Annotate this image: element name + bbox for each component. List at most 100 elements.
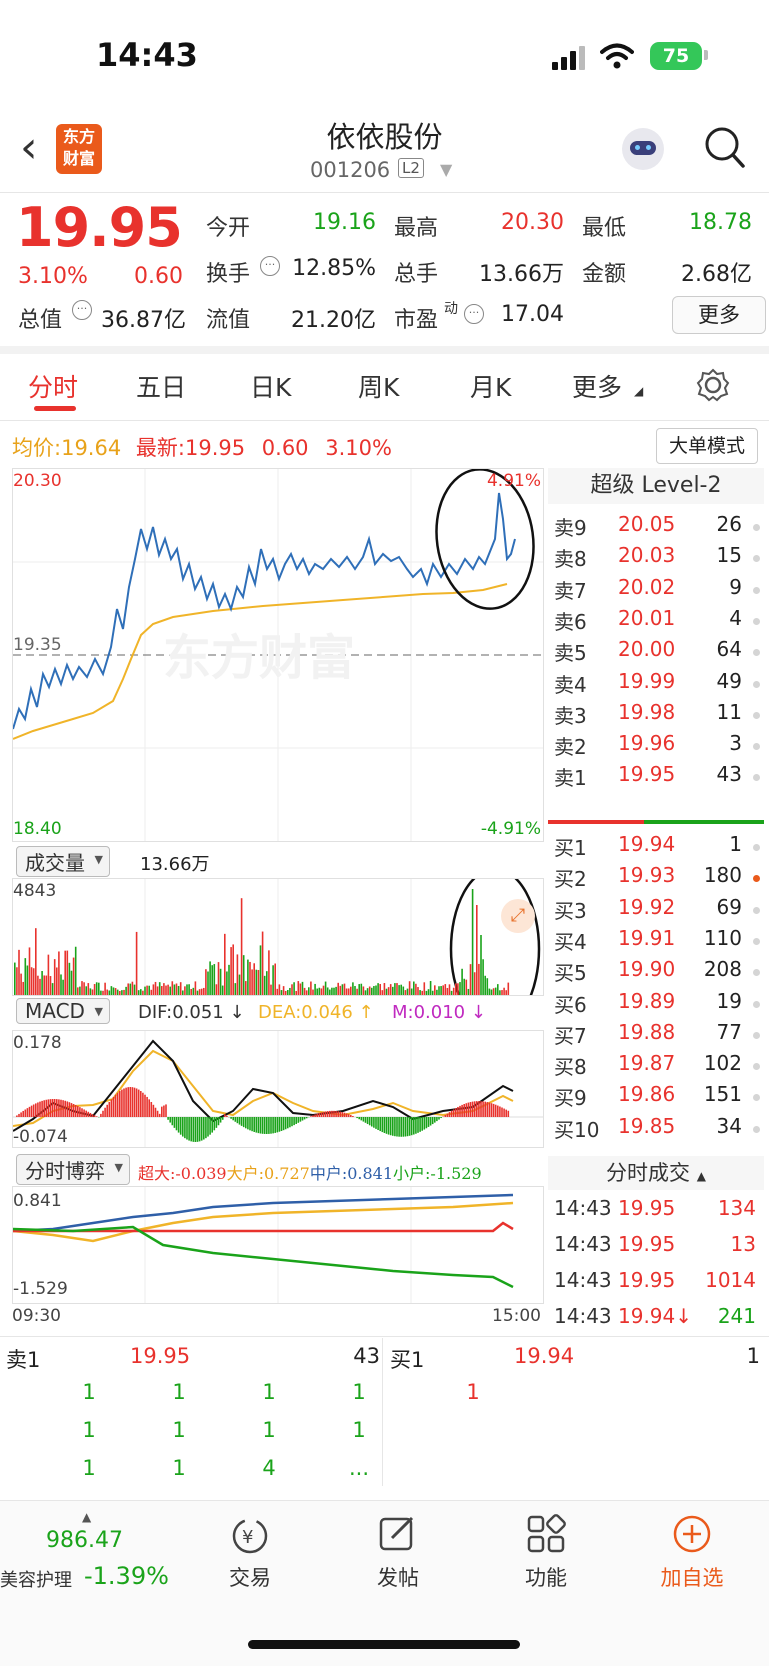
bid-row[interactable]: 买219.93180 (548, 863, 764, 896)
nav-function[interactable]: 功能 (496, 1562, 596, 1592)
stock-code[interactable]: 001206 (310, 158, 390, 182)
nav-post[interactable]: 发帖 (348, 1562, 448, 1592)
trades-title[interactable]: 分时成交 ▲ (548, 1156, 764, 1190)
more-button[interactable]: 更多 (672, 296, 766, 334)
macd-bar (379, 1117, 381, 1131)
level-price: 19.96 (618, 731, 675, 755)
level2-badge[interactable]: L2 (398, 158, 424, 178)
chevron-down-icon[interactable]: ▼ (440, 160, 452, 179)
index-change[interactable]: -1.39% (84, 1562, 169, 1590)
ask-row[interactable]: 卖820.0315 (548, 543, 764, 576)
trade-icon[interactable]: ¥ (228, 1516, 272, 1556)
function-grid-icon[interactable] (526, 1514, 566, 1554)
level-price: 20.00 (618, 637, 675, 661)
expand-icon[interactable]: ⤢ (501, 899, 535, 933)
game-indicator-select[interactable]: 分时博弈 (16, 1154, 130, 1185)
macd-indicator-select[interactable]: MACD (16, 998, 110, 1024)
ask-row[interactable]: 卖119.9543 (548, 762, 764, 795)
level2-title[interactable]: 超级 Level-2 (548, 468, 764, 504)
bid-row[interactable]: 买819.87102 (548, 1051, 764, 1084)
order-dot-icon (753, 1032, 760, 1039)
nav-add-watchlist[interactable]: 加自选 (642, 1562, 742, 1592)
macd-bar (96, 1116, 98, 1117)
bid-row[interactable]: 买1019.8534 (548, 1114, 764, 1147)
level-price: 20.03 (618, 543, 675, 567)
volume-chart[interactable]: 4843 ⤢ (12, 878, 544, 996)
bid-ratio-bar (644, 820, 764, 824)
level-price: 19.92 (618, 895, 675, 919)
order-dot-icon (753, 618, 760, 625)
macd-bar (432, 1117, 434, 1124)
bid-row[interactable]: 买319.9269 (548, 895, 764, 928)
level-volume: 34 (717, 1114, 742, 1138)
macd-bar (325, 1111, 327, 1117)
level-volume: 151 (704, 1082, 742, 1106)
ask-row[interactable]: 卖720.029 (548, 575, 764, 608)
index-name[interactable]: 美容护理 (0, 1566, 72, 1592)
volume-bar (159, 982, 161, 995)
macd-bar (90, 1113, 92, 1117)
volume-bar (115, 988, 117, 995)
bid-row[interactable]: 买519.90208 (548, 957, 764, 990)
volume-bar (226, 971, 228, 995)
tab-monthly-k[interactable]: 月K (470, 368, 511, 404)
big-order-mode-button[interactable]: 大单模式 (656, 428, 758, 464)
volume-bar (394, 983, 396, 995)
macd-chart[interactable]: 0.178 -0.074 (12, 1030, 544, 1148)
tab-daily-k[interactable]: 日K (250, 368, 291, 404)
tab-weekly-k[interactable]: 周K (358, 368, 399, 404)
volume-bar (367, 988, 369, 995)
volume-bar (117, 990, 119, 995)
volume-bar (440, 986, 442, 995)
bid-row[interactable]: 买119.941 (548, 832, 764, 865)
macd-bar (438, 1117, 440, 1120)
bid-row[interactable]: 买719.8877 (548, 1020, 764, 1053)
intraday-chart[interactable]: 东方财富 20.30 19.35 18.40 4.91% -4.91% (12, 468, 544, 842)
bid-row[interactable]: 买419.91110 (548, 926, 764, 959)
tab-intraday[interactable]: 分时 (28, 368, 78, 404)
ask-row[interactable]: 卖219.963 (548, 731, 764, 764)
volume-bar (434, 985, 436, 995)
search-icon[interactable] (704, 126, 746, 170)
volume-bar (125, 987, 127, 995)
volume-bar (111, 986, 113, 995)
ask-row[interactable]: 卖520.0064 (548, 637, 764, 670)
game-chart[interactable]: 0.841 -1.529 (12, 1186, 544, 1304)
level-label: 买10 (554, 1114, 599, 1143)
macd-bar (207, 1117, 209, 1137)
bid-row[interactable]: 买919.86151 (548, 1082, 764, 1115)
macd-bar (37, 1102, 39, 1117)
tab-five-day[interactable]: 五日 (136, 368, 186, 404)
queue-ask-cell: 1 (164, 1456, 194, 1480)
info-icon[interactable]: ··· (260, 256, 280, 276)
tab-more[interactable]: 更多 (572, 368, 622, 404)
nav-trade[interactable]: 交易 (200, 1562, 300, 1592)
index-value[interactable]: 986.47 (46, 1528, 123, 1553)
volume-bar (384, 983, 386, 995)
bid-row[interactable]: 买619.8919 (548, 989, 764, 1022)
macd-bar (323, 1112, 325, 1117)
post-icon[interactable] (378, 1514, 418, 1554)
volume-bar (436, 990, 438, 995)
ask-row[interactable]: 卖920.0526 (548, 512, 764, 545)
ask-row[interactable]: 卖620.014 (548, 606, 764, 639)
info-icon[interactable]: ··· (464, 304, 484, 324)
gear-icon[interactable] (696, 368, 730, 402)
volume-bar (144, 987, 146, 995)
macd-bar (144, 1095, 146, 1117)
info-icon[interactable]: ··· (72, 300, 92, 320)
macd-bar (230, 1117, 232, 1119)
ask-row[interactable]: 卖319.9811 (548, 700, 764, 733)
volume-indicator-select[interactable]: 成交量 (16, 846, 110, 877)
macd-bar (476, 1101, 478, 1117)
section-divider (0, 346, 769, 354)
level-label: 卖5 (554, 637, 587, 666)
macd-bar (148, 1099, 150, 1117)
level-price: 19.89 (618, 989, 675, 1013)
level-label: 买5 (554, 957, 587, 986)
ask-row[interactable]: 卖419.9949 (548, 669, 764, 702)
add-watchlist-icon[interactable] (672, 1514, 712, 1554)
assistant-robot-icon[interactable] (622, 128, 664, 170)
macd-bar (132, 1087, 134, 1117)
level-price: 19.98 (618, 700, 675, 724)
